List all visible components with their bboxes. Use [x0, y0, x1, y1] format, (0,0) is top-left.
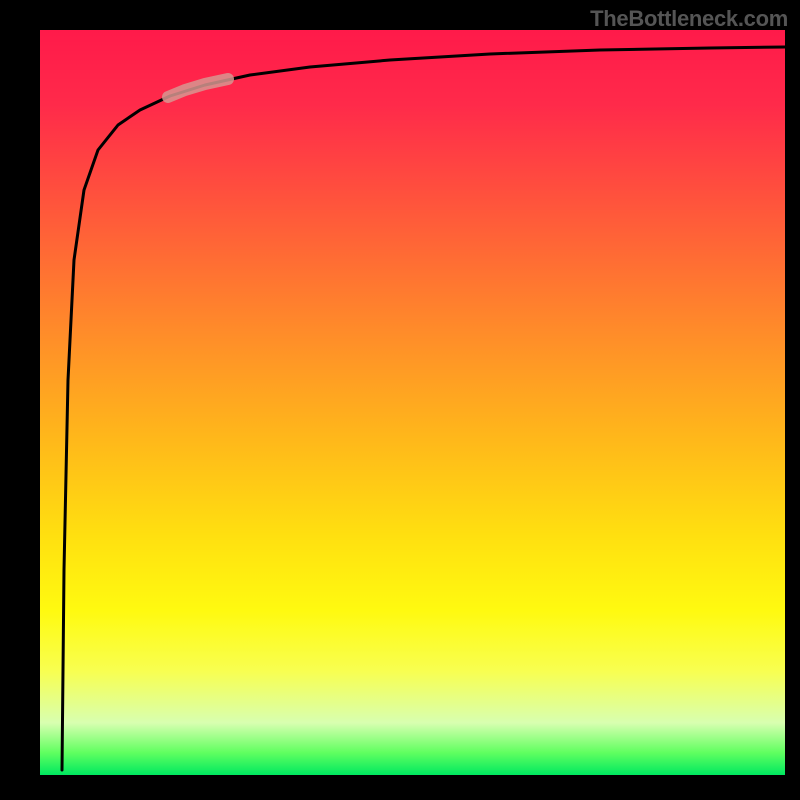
chart-container: TheBottleneck.com [0, 0, 800, 800]
watermark-text: TheBottleneck.com [590, 6, 788, 32]
plot-gradient-area [40, 30, 785, 775]
